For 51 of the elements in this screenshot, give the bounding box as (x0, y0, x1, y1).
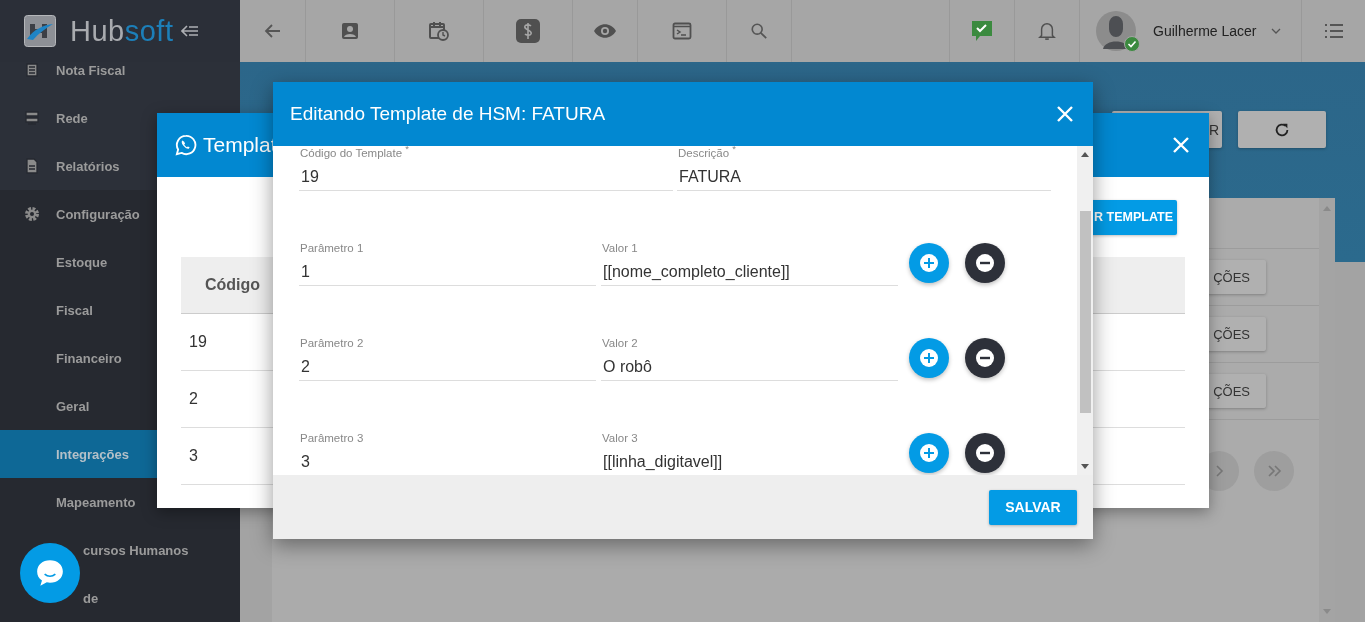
scroll-down-icon[interactable] (1081, 464, 1089, 469)
logo-text: Hubsoft (70, 14, 174, 48)
column-header: Código (205, 276, 261, 294)
search-icon[interactable] (750, 22, 768, 40)
table-cell: 19 (189, 333, 207, 351)
bell-icon[interactable] (1038, 21, 1056, 41)
chat-bubble-icon (35, 558, 65, 588)
add-parameter-button[interactable] (909, 338, 949, 379)
calendar-clock-icon[interactable] (428, 20, 450, 42)
add-parameter-button[interactable] (909, 243, 949, 284)
close-icon[interactable] (1057, 106, 1073, 122)
plus-icon (919, 253, 939, 274)
add-parameter-button[interactable] (909, 433, 949, 474)
dollar-icon[interactable] (516, 19, 540, 43)
sidebar-item[interactable]: cursos Humanos (0, 526, 240, 574)
remove-parameter-button[interactable] (965, 243, 1005, 284)
text-field[interactable]: Código do Template $^{*}$ 19 (299, 146, 673, 191)
dialog-title: Editando Template de HSM: FATURA (290, 103, 606, 125)
minus-icon (975, 443, 995, 464)
gear-icon (24, 206, 40, 222)
minus-icon (975, 348, 995, 369)
table-cell: 3 (189, 447, 198, 465)
contact-card-icon[interactable] (340, 21, 360, 41)
plus-icon (919, 348, 939, 369)
text-field[interactable]: Descrição $^{*}$ FATURA (677, 146, 1051, 191)
server-icon (24, 110, 40, 126)
terminal-icon[interactable] (672, 21, 692, 41)
minus-icon (975, 253, 995, 274)
sidebar-item[interactable]: Nota Fiscal (0, 62, 240, 94)
scrollbar[interactable] (1077, 146, 1093, 475)
save-button[interactable]: SALVAR (989, 489, 1077, 525)
chevron-down-icon (1270, 28, 1281, 34)
plus-icon (919, 443, 939, 464)
eye-icon[interactable] (593, 23, 617, 39)
table-cell: 2 (189, 390, 198, 408)
chat-check-icon[interactable] (971, 20, 993, 42)
list-menu-icon[interactable] (1323, 23, 1344, 39)
collapse-menu-icon[interactable] (181, 25, 200, 37)
close-icon[interactable] (1173, 137, 1189, 153)
remove-parameter-button[interactable] (965, 433, 1005, 474)
scroll-up-icon[interactable] (1081, 152, 1089, 157)
sidebar-item[interactable]: de (0, 574, 240, 622)
remove-parameter-button[interactable] (965, 338, 1005, 379)
file-icon (24, 158, 40, 174)
whatsapp-icon (175, 134, 197, 156)
refresh-button[interactable] (1238, 111, 1326, 148)
value-field[interactable]: Valor 1 [[nome_completo_cliente]] (601, 240, 898, 286)
logo-icon (24, 15, 56, 47)
value-field[interactable]: Valor 2 O robô (601, 335, 898, 381)
parameter-field[interactable]: Parâmetro 1 1 (299, 240, 596, 286)
parameter-field[interactable]: Parâmetro 2 2 (299, 335, 596, 381)
